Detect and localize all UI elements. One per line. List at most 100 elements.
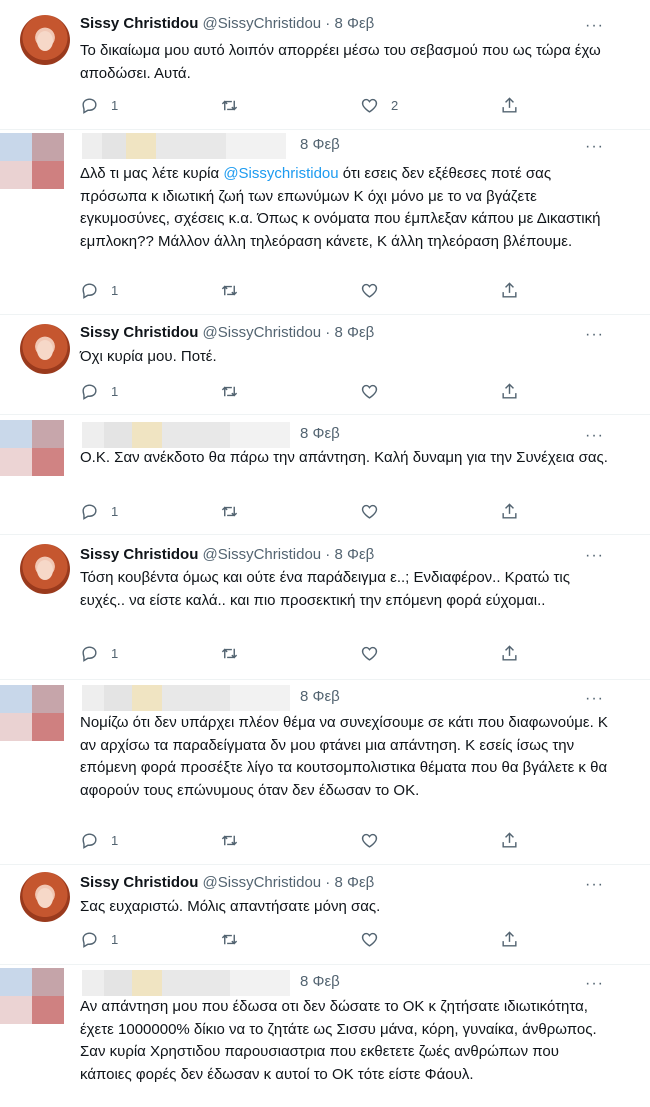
avatar[interactable] — [0, 968, 65, 1024]
separator-dot: · — [325, 546, 331, 563]
retweet-button[interactable] — [220, 381, 239, 401]
tweet-date[interactable]: 8 Φεβ — [334, 324, 374, 341]
share-button[interactable] — [500, 280, 519, 300]
share-button[interactable] — [500, 643, 519, 663]
tweet-7[interactable]: Sissy Christidou @SissyChristidou · 8 Φε… — [0, 865, 650, 965]
tweet-actions: 1 — [80, 280, 520, 300]
reply-count: 1 — [111, 97, 119, 113]
reply-button[interactable]: 1 — [80, 501, 118, 521]
share-button[interactable] — [500, 501, 519, 521]
tweet-date[interactable]: 8 Φεβ — [300, 135, 340, 155]
tweet-text-part: Δλδ τι μας λέτε κυρία — [80, 165, 224, 182]
tweet-date[interactable]: 8 Φεβ — [300, 972, 340, 992]
like-count: 2 — [391, 97, 399, 113]
tweet-1[interactable]: Sissy Christidou @SissyChristidou · 8 Φε… — [0, 0, 650, 130]
reply-button[interactable]: 1 — [80, 830, 118, 850]
tweet-text: Το δικαίωμα μου αυτό λοιπόν απορρέει μέσ… — [80, 42, 601, 82]
share-icon — [500, 96, 519, 115]
like-button[interactable] — [360, 501, 379, 521]
retweet-button[interactable] — [220, 643, 239, 663]
more-icon[interactable]: ··· — [585, 877, 604, 893]
avatar[interactable] — [20, 872, 70, 922]
reply-button[interactable]: 1 — [80, 643, 118, 663]
more-icon[interactable]: ··· — [585, 428, 604, 444]
author-name[interactable]: Sissy Christidou — [80, 874, 198, 891]
like-button[interactable] — [360, 830, 379, 850]
tweet-text: Δλδ τι μας λέτε κυρία @Sissychristidou ό… — [80, 163, 608, 253]
avatar[interactable] — [0, 685, 65, 741]
more-icon[interactable]: ··· — [585, 139, 604, 155]
retweet-button[interactable] — [220, 280, 239, 300]
retweet-button[interactable] — [220, 95, 239, 115]
tweet-8[interactable]: 8 Φεβ ··· Αν απάντηση μου που έδωσα οτι … — [0, 965, 650, 1107]
author-handle[interactable]: @SissyChristidou — [203, 324, 322, 341]
tweet-4[interactable]: 8 Φεβ ··· Ο.Κ. Σαν ανέκδοτο θα πάρω την … — [0, 415, 650, 535]
share-icon — [500, 382, 519, 401]
like-icon — [360, 281, 379, 300]
more-icon[interactable]: ··· — [585, 548, 604, 564]
tweet-3[interactable]: Sissy Christidou @SissyChristidou · 8 Φε… — [0, 315, 650, 415]
tweet-date[interactable]: 8 Φεβ — [334, 546, 374, 563]
like-icon — [360, 831, 379, 850]
like-button[interactable] — [360, 280, 379, 300]
retweet-button[interactable] — [220, 929, 239, 949]
tweet-actions: 1 — [80, 929, 520, 949]
avatar[interactable] — [20, 324, 70, 374]
author-handle[interactable]: @SissyChristidou — [203, 546, 322, 563]
tweet-text: Ο.Κ. Σαν ανέκδοτο θα πάρω την απάντηση. … — [80, 449, 608, 466]
reply-icon — [80, 831, 99, 850]
reply-count: 1 — [111, 383, 119, 399]
reply-button[interactable]: 1 — [80, 381, 118, 401]
separator-dot: · — [325, 874, 331, 891]
avatar[interactable] — [0, 133, 65, 189]
tweet-6[interactable]: 8 Φεβ ··· Νομίζω ότι δεν υπάρχει πλέον θ… — [0, 680, 650, 865]
author-handle[interactable]: @SissyChristidou — [203, 15, 322, 32]
author-name[interactable]: Sissy Christidou — [80, 15, 198, 32]
more-icon[interactable]: ··· — [585, 327, 604, 343]
tweet-text: Νομίζω ότι δεν υπάρχει πλέον θέμα να συν… — [80, 714, 608, 799]
more-icon[interactable]: ··· — [585, 691, 604, 707]
avatar[interactable] — [20, 544, 70, 594]
reply-button[interactable]: 1 — [80, 280, 118, 300]
reply-button[interactable]: 1 — [80, 95, 118, 115]
tweet-5[interactable]: Sissy Christidou @SissyChristidou · 8 Φε… — [0, 535, 650, 680]
tweet-date[interactable]: 8 Φεβ — [334, 874, 374, 891]
tweet-actions: 1 2 — [80, 95, 520, 115]
tweet-date[interactable]: 8 Φεβ — [300, 687, 340, 707]
share-button[interactable] — [500, 95, 519, 115]
tweet-actions: 1 — [80, 501, 520, 521]
tweet-actions: 1 — [80, 381, 520, 401]
retweet-icon — [220, 502, 239, 521]
author-name[interactable]: Sissy Christidou — [80, 324, 198, 341]
more-icon[interactable]: ··· — [585, 18, 604, 34]
like-button[interactable] — [360, 381, 379, 401]
author-name-redacted — [82, 970, 290, 996]
like-button[interactable] — [360, 929, 379, 949]
author-name-redacted — [82, 422, 290, 448]
avatar[interactable] — [0, 420, 65, 476]
retweet-button[interactable] — [220, 501, 239, 521]
author-handle[interactable]: @SissyChristidou — [203, 874, 322, 891]
retweet-button[interactable] — [220, 830, 239, 850]
tweet-date[interactable]: 8 Φεβ — [334, 15, 374, 32]
retweet-icon — [220, 831, 239, 850]
share-button[interactable] — [500, 381, 519, 401]
reply-count: 1 — [111, 931, 119, 947]
share-button[interactable] — [500, 830, 519, 850]
tweet-header: Sissy Christidou @SissyChristidou · 8 Φε… — [80, 545, 374, 565]
reply-icon — [80, 502, 99, 521]
share-icon — [500, 644, 519, 663]
author-name[interactable]: Sissy Christidou — [80, 546, 198, 563]
tweet-date[interactable]: 8 Φεβ — [300, 424, 340, 444]
reply-button[interactable]: 1 — [80, 929, 118, 949]
separator-dot: · — [325, 15, 331, 32]
avatar[interactable] — [20, 15, 70, 65]
retweet-icon — [220, 281, 239, 300]
more-icon[interactable]: ··· — [585, 976, 604, 992]
share-button[interactable] — [500, 929, 519, 949]
like-button[interactable] — [360, 643, 379, 663]
reply-icon — [80, 281, 99, 300]
tweet-2[interactable]: 8 Φεβ ··· Δλδ τι μας λέτε κυρία @Sissych… — [0, 130, 650, 315]
mention-link[interactable]: @Sissychristidou — [223, 165, 338, 182]
like-button[interactable]: 2 — [360, 95, 398, 115]
